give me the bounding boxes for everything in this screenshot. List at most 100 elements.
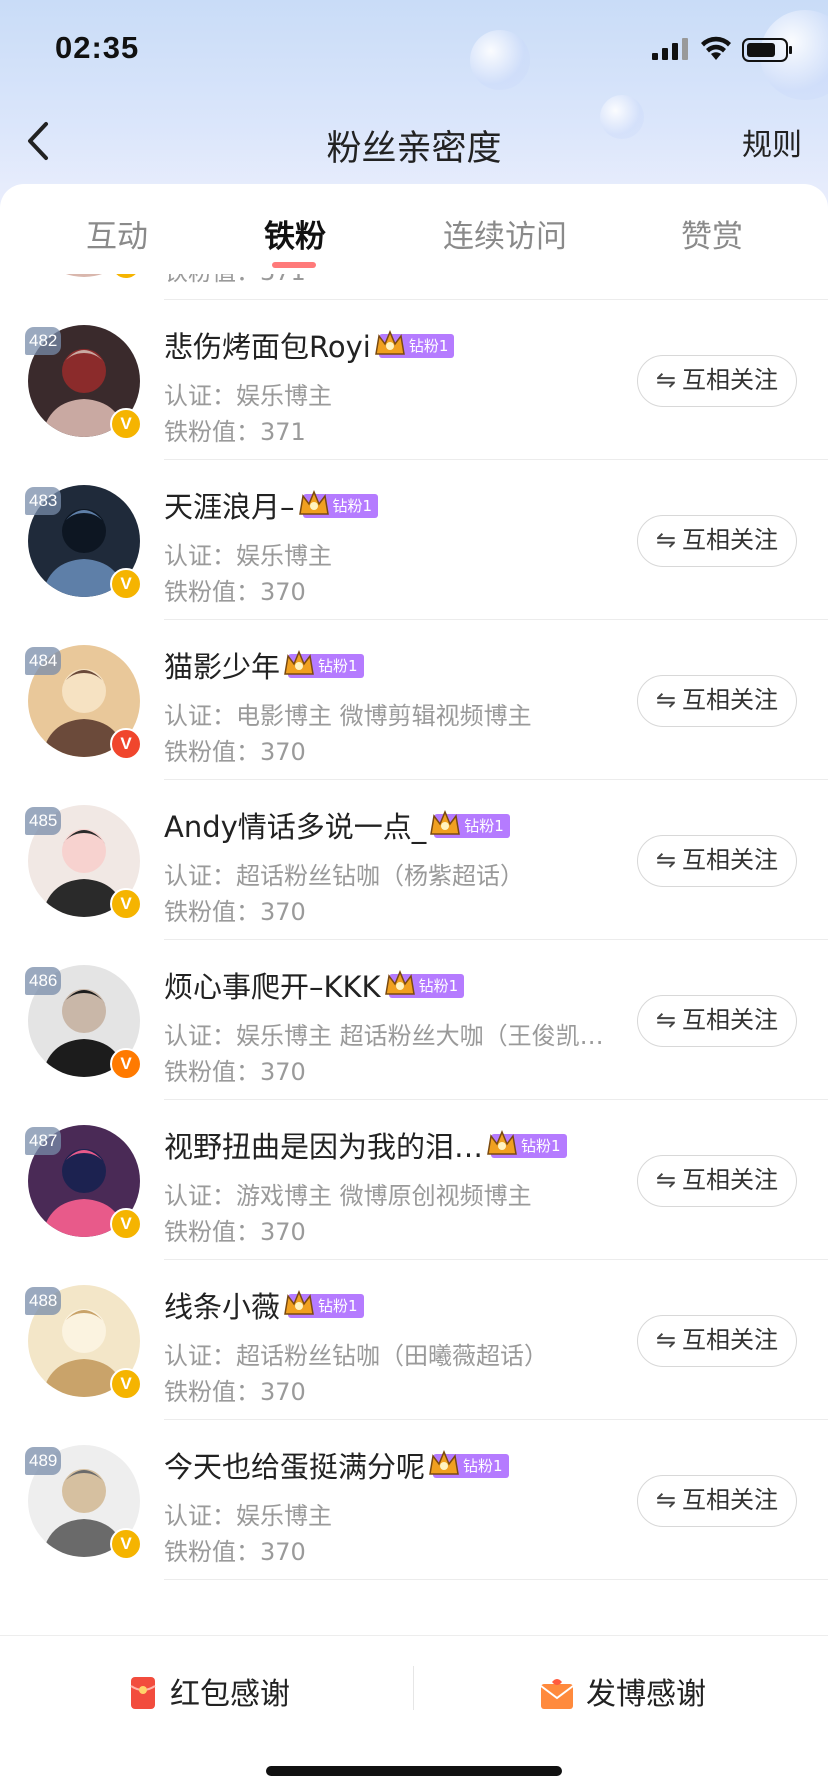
- page-title: 粉丝亲密度: [326, 129, 502, 169]
- swap-arrows-icon: ⇋: [655, 1486, 677, 1514]
- red-packet-thanks-button[interactable]: 红包感谢: [130, 1669, 290, 1713]
- fan-level-label: 钻粉1: [521, 1137, 561, 1155]
- mutual-follow-label: 互相关注: [682, 686, 779, 714]
- content-panel: 互动 铁粉 连续访问 赞赏 V 铁粉值：371 482 V: [0, 184, 828, 1792]
- list-item[interactable]: 483 V 天涯浪月– 钻粉1 认证：娱乐博主 铁粉值：370 ⇋ 互相关注: [0, 460, 828, 620]
- tab-interaction[interactable]: 互动: [86, 211, 148, 256]
- swap-arrows-icon: ⇋: [655, 526, 677, 554]
- fan-level-label: 钻粉1: [332, 497, 373, 515]
- rank-badge: 488: [25, 1287, 62, 1315]
- crown-icon: [384, 970, 415, 995]
- crown-icon: [298, 490, 329, 515]
- rank-badge: 486: [25, 967, 62, 995]
- post-thanks-button[interactable]: 发博感谢: [540, 1669, 706, 1713]
- tab-bar: 互动 铁粉 连续访问 赞赏: [0, 184, 828, 274]
- mutual-follow-button[interactable]: ⇋ 互相关注: [637, 1475, 797, 1527]
- rank-badge: 485: [25, 807, 62, 835]
- fan-level-label: 钻粉1: [464, 817, 504, 835]
- username-line: Andy情话多说一点_ 钻粉1: [164, 804, 510, 846]
- list-item[interactable]: 484 V 猫影少年 钻粉1 认证：电影博主 微博剪辑视频博主 铁粉值：370 ⇋…: [0, 620, 828, 780]
- username[interactable]: 猫影少年: [164, 650, 280, 684]
- username[interactable]: 天涯浪月–: [164, 490, 295, 524]
- certification-text: 认证：超话粉丝钻咖（杨紫超话）: [164, 862, 524, 890]
- username-line: 天涯浪月– 钻粉1: [164, 484, 379, 526]
- list-item[interactable]: 488 V 线条小薇 钻粉1 认证：超话粉丝钻咖（田曦薇超话） 铁粉值：370 ⇋…: [0, 1260, 828, 1420]
- list-item[interactable]: 487 V 视野扭曲是因为我的泪… 钻粉1 认证：游戏博主 微博原创视频博主 铁粉…: [0, 1100, 828, 1260]
- fan-level-label: 钻粉1: [418, 977, 459, 995]
- mutual-follow-button[interactable]: ⇋ 互相关注: [637, 835, 797, 887]
- red-packet-thanks-label: 红包感谢: [170, 1677, 290, 1712]
- iron-fan-score: 铁粉值：370: [164, 1538, 306, 1566]
- verified-badge-icon: V: [110, 408, 142, 440]
- fan-level-label: 钻粉1: [318, 1297, 358, 1315]
- certification-text: 认证：娱乐博主: [164, 1502, 332, 1530]
- list-item[interactable]: V 铁粉值：371: [0, 274, 828, 300]
- rank-badge: 482: [25, 327, 62, 355]
- swap-arrows-icon: ⇋: [655, 1326, 677, 1354]
- crown-icon: [284, 650, 314, 675]
- mutual-follow-button[interactable]: ⇋ 互相关注: [637, 995, 797, 1047]
- verified-badge-icon: V: [110, 568, 142, 600]
- tab-consecutive-visits[interactable]: 连续访问: [443, 211, 567, 256]
- username[interactable]: 悲伤烤面包Royi: [164, 330, 371, 364]
- rank-badge: 484: [25, 647, 62, 675]
- mutual-follow-button[interactable]: ⇋ 互相关注: [637, 675, 797, 727]
- verified-badge-icon: V: [110, 1368, 142, 1400]
- iron-fan-score: 铁粉值：370: [164, 898, 306, 926]
- active-tab-indicator: [272, 262, 316, 268]
- certification-text: 认证：超话粉丝钻咖（田曦薇超话）: [164, 1342, 548, 1370]
- divider: [164, 1579, 828, 1580]
- list-item[interactable]: 486 V 烦心事爬开–KKK 钻粉1 认证：娱乐博主 超话粉丝大咖（王俊凯… 铁…: [0, 940, 828, 1100]
- iron-fan-score: 铁粉值：371: [164, 418, 306, 446]
- iron-fan-score: 铁粉值：370: [164, 738, 306, 766]
- tab-tips[interactable]: 赞赏: [681, 211, 743, 256]
- swap-arrows-icon: ⇋: [655, 846, 677, 874]
- rules-link[interactable]: 规则: [742, 120, 802, 164]
- swap-arrows-icon: ⇋: [655, 1006, 677, 1034]
- username[interactable]: 今天也给蛋挺满分呢: [164, 1450, 425, 1484]
- rank-badge: 487: [25, 1127, 62, 1155]
- wifi-icon: [701, 36, 731, 60]
- mutual-follow-label: 互相关注: [682, 1006, 779, 1034]
- username-line: 烦心事爬开–KKK 钻粉1: [164, 964, 465, 1006]
- iron-fan-score: 铁粉值：371: [164, 274, 306, 287]
- username[interactable]: 视野扭曲是因为我的泪…: [164, 1130, 483, 1164]
- certification-text: 认证：娱乐博主: [164, 542, 332, 570]
- mutual-follow-label: 互相关注: [682, 526, 779, 554]
- username-line: 悲伤烤面包Royi 钻粉1: [164, 324, 455, 366]
- username-line: 视野扭曲是因为我的泪… 钻粉1: [164, 1124, 567, 1166]
- swap-arrows-icon: ⇋: [655, 1166, 677, 1194]
- fan-level-label: 钻粉1: [463, 1457, 503, 1475]
- tab-iron-fans[interactable]: 铁粉: [264, 211, 326, 256]
- swap-arrows-icon: ⇋: [655, 686, 677, 714]
- fan-level-badge: 钻粉1: [384, 970, 465, 998]
- swap-arrows-icon: ⇋: [655, 366, 677, 394]
- mutual-follow-button[interactable]: ⇋ 互相关注: [637, 515, 797, 567]
- username-line: 猫影少年 钻粉1: [164, 644, 364, 686]
- crown-icon: [430, 810, 461, 835]
- verified-badge-icon: V: [110, 274, 142, 280]
- fan-list: V 铁粉值：371 482 V 悲伤烤面包Royi 钻粉1 认证：娱乐博主 铁粉值…: [0, 274, 828, 1634]
- iron-fan-score: 铁粉值：370: [164, 1378, 306, 1406]
- crown-icon: [429, 1450, 459, 1475]
- verified-badge-icon: V: [110, 1048, 142, 1080]
- verified-badge-icon: V: [110, 1528, 142, 1560]
- list-item[interactable]: 489 V 今天也给蛋挺满分呢 钻粉1 认证：娱乐博主 铁粉值：370 ⇋ 互相关注: [0, 1420, 828, 1580]
- certification-text: 认证：电影博主 微博剪辑视频博主: [164, 702, 532, 730]
- mutual-follow-button[interactable]: ⇋ 互相关注: [637, 1315, 797, 1367]
- username[interactable]: 线条小薇: [164, 1290, 280, 1324]
- crown-icon: [374, 330, 405, 355]
- list-item[interactable]: 485 V Andy情话多说一点_ 钻粉1 认证：超话粉丝钻咖（杨紫超话） 铁粉值…: [0, 780, 828, 940]
- fan-level-badge: 钻粉1: [298, 490, 379, 518]
- username[interactable]: Andy情话多说一点_: [164, 810, 426, 844]
- mutual-follow-label: 互相关注: [682, 1486, 779, 1514]
- crown-icon: [284, 1290, 314, 1315]
- iron-fan-score: 铁粉值：370: [164, 1058, 306, 1086]
- mutual-follow-button[interactable]: ⇋ 互相关注: [637, 1155, 797, 1207]
- username[interactable]: 烦心事爬开–KKK: [164, 970, 381, 1004]
- username-line: 今天也给蛋挺满分呢 钻粉1: [164, 1444, 509, 1486]
- verified-badge-icon: V: [110, 1208, 142, 1240]
- mutual-follow-button[interactable]: ⇋ 互相关注: [637, 355, 797, 407]
- rank-badge: 483: [25, 487, 62, 515]
- list-item[interactable]: 482 V 悲伤烤面包Royi 钻粉1 认证：娱乐博主 铁粉值：371 ⇋ 互相关注: [0, 300, 828, 460]
